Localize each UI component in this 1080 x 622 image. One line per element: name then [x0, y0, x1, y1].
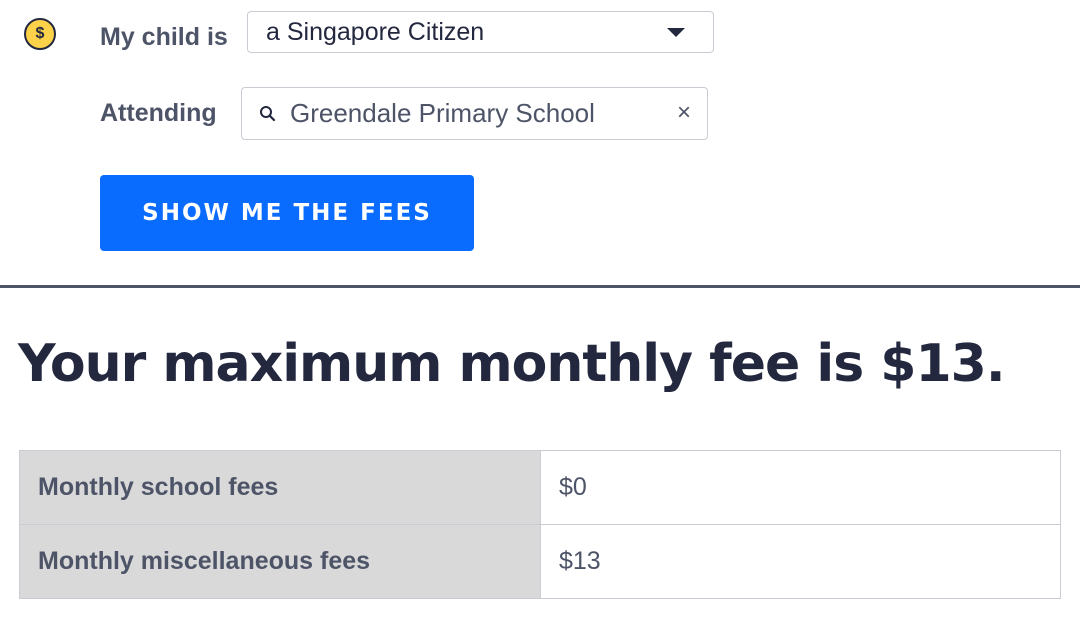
child-status-label: My child is — [100, 23, 228, 51]
citizenship-select[interactable]: a Singapore Citizen — [247, 11, 714, 53]
school-search-value: Greendale Primary School — [290, 98, 595, 128]
school-search-input[interactable]: Greendale Primary School × — [241, 87, 708, 140]
fee-calculator-page: $ My child is a Singapore Citizen Attend… — [0, 0, 1080, 622]
row-value-school-fees: $0 — [540, 450, 1061, 525]
search-icon — [260, 106, 276, 122]
result-heading: Your maximum monthly fee is $13. — [18, 334, 1006, 394]
row-label-school-fees: Monthly school fees — [19, 450, 541, 525]
close-icon[interactable]: × — [673, 101, 695, 125]
citizenship-select-value: a Singapore Citizen — [266, 18, 485, 46]
table-row: Monthly miscellaneous fees $13 — [19, 524, 1061, 599]
section-divider — [0, 285, 1080, 288]
dollar-coin-icon: $ — [24, 18, 56, 50]
table-row: Monthly school fees $0 — [19, 450, 1061, 525]
dollar-symbol: $ — [35, 25, 45, 42]
attending-label: Attending — [100, 99, 217, 127]
fees-table: Monthly school fees $0 Monthly miscellan… — [19, 450, 1061, 599]
row-value-misc-fees: $13 — [540, 524, 1061, 599]
row-label-misc-fees: Monthly miscellaneous fees — [19, 524, 541, 599]
show-fees-button[interactable]: SHOW ME THE FEES — [100, 175, 474, 251]
chevron-down-icon[interactable] — [667, 28, 685, 37]
